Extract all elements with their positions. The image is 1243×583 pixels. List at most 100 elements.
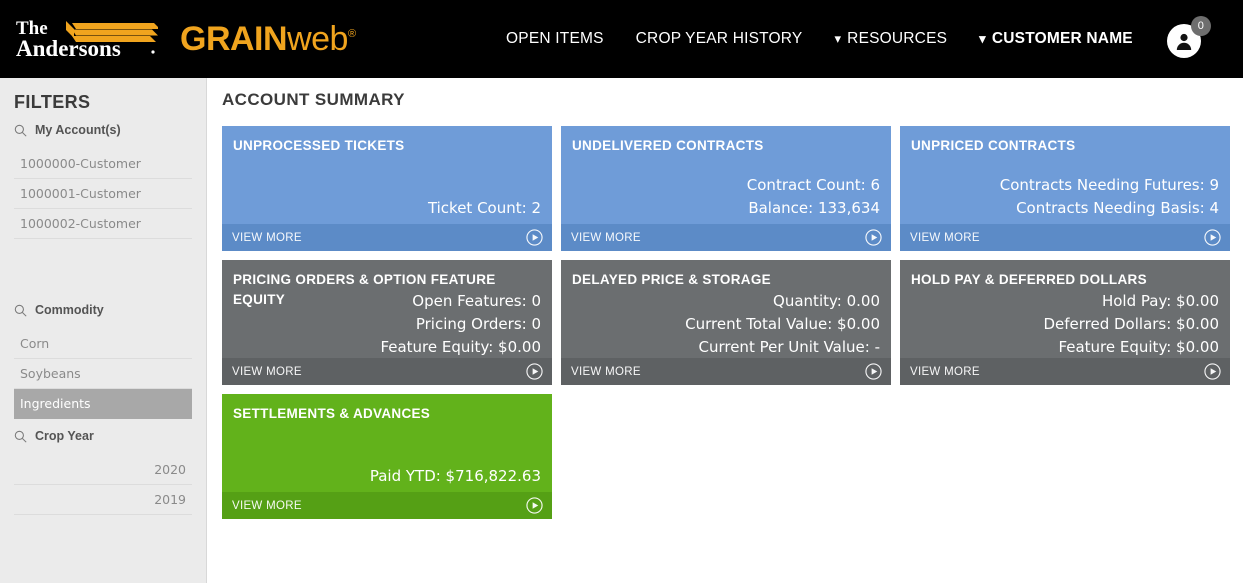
filter-option[interactable]: 1000000-Customer <box>14 149 192 179</box>
filter-option-selected[interactable]: Ingredients <box>14 389 192 419</box>
view-more-bar[interactable]: VIEW MORE <box>222 492 552 519</box>
summary-card-body: UNDELIVERED CONTRACTS Contract Count: 6 Ba… <box>561 126 891 224</box>
view-more-label: VIEW MORE <box>910 365 980 378</box>
play-circle-icon <box>526 363 543 380</box>
top-header: The Andersons GRAIN web ® OPEN ITEMS CRO… <box>0 0 1243 78</box>
summary-card-stat-line: Quantity: 0.00 <box>773 292 880 310</box>
nav-resources[interactable]: ▾ RESOURCES <box>834 30 947 48</box>
filter-group-crop-year: Crop Year 2020 2019 <box>14 429 192 515</box>
summary-card-stats: Open Features: 0 Pricing Orders: 0 Feature… <box>380 290 541 359</box>
summary-card-title: SETTLEMENTS & ADVANCES <box>233 406 431 421</box>
summary-card-body: SETTLEMENTS & ADVANCES Paid YTD: $716,822… <box>222 394 552 492</box>
summary-card-stat-line: Contract Count: 6 <box>746 176 880 194</box>
view-more-label: VIEW MORE <box>232 499 302 512</box>
view-more-bar[interactable]: VIEW MORE <box>222 358 552 385</box>
filter-group-label: Crop Year <box>35 429 94 443</box>
chevron-down-icon: ▾ <box>979 31 986 46</box>
summary-card-body: HOLD PAY & DEFERRED DOLLARS Hold Pay: $0.… <box>900 260 1230 358</box>
summary-card-stat-line: Contracts Needing Futures: 9 <box>999 176 1219 194</box>
summary-card-stat-line: Open Features: 0 <box>412 292 541 310</box>
play-circle-icon <box>1204 229 1221 246</box>
filter-option[interactable]: Soybeans <box>14 359 192 389</box>
summary-card[interactable]: UNPRICED CONTRACTS Contracts Needing Futu… <box>900 126 1230 251</box>
filters-sidebar: FILTERS My Account(s) 1000000-Customer 1… <box>0 78 207 583</box>
summary-card-stats: Hold Pay: $0.00 Deferred Dollars: $0.00 Fe… <box>1043 290 1219 359</box>
nav-crop-year-history[interactable]: CROP YEAR HISTORY <box>636 30 803 48</box>
summary-card-body: UNPRICED CONTRACTS Contracts Needing Futu… <box>900 126 1230 224</box>
summary-card-stat-line: Hold Pay: $0.00 <box>1101 292 1219 310</box>
filter-option[interactable]: 2020 <box>14 455 192 485</box>
summary-card[interactable]: HOLD PAY & DEFERRED DOLLARS Hold Pay: $0.… <box>900 260 1230 385</box>
view-more-bar[interactable]: VIEW MORE <box>222 224 552 251</box>
play-circle-icon <box>526 229 543 246</box>
user-account-button[interactable]: 0 <box>1166 16 1211 60</box>
grainweb-wordmark: GRAIN web ® <box>180 20 356 59</box>
summary-card-title: DELAYED PRICE & STORAGE <box>572 272 771 287</box>
summary-card-stat-line: Ticket Count: 2 <box>427 199 541 217</box>
search-icon <box>14 304 27 317</box>
svg-text:Andersons: Andersons <box>16 36 121 61</box>
nav-crop-year-history-label: CROP YEAR HISTORY <box>635 30 803 47</box>
search-icon <box>14 124 27 137</box>
summary-card-title: UNDELIVERED CONTRACTS <box>572 138 764 153</box>
filter-group-label: Commodity <box>35 303 104 317</box>
search-icon <box>14 430 27 443</box>
summary-card-stat-line: Paid YTD: $716,822.63 <box>369 467 541 485</box>
summary-card[interactable]: DELAYED PRICE & STORAGE Quantity: 0.00 Cur… <box>561 260 891 385</box>
summary-card-title: HOLD PAY & DEFERRED DOLLARS <box>911 272 1147 287</box>
summary-card-stats: Quantity: 0.00 Current Total Value: $0.00… <box>685 290 880 359</box>
nav-customer-name[interactable]: ▾ CUSTOMER NAME <box>979 30 1133 48</box>
filter-group-header-crop-year[interactable]: Crop Year <box>14 429 192 443</box>
summary-card[interactable]: SETTLEMENTS & ADVANCES Paid YTD: $716,822… <box>222 394 552 519</box>
nav-open-items[interactable]: OPEN ITEMS <box>506 30 604 48</box>
filter-options-commodity: Corn Soybeans Ingredients <box>14 329 192 419</box>
view-more-label: VIEW MORE <box>571 365 641 378</box>
summary-card-stat-line: Current Per Unit Value: - <box>698 338 880 356</box>
filter-option[interactable]: 1000001-Customer <box>14 179 192 209</box>
summary-card-stats: Contract Count: 6 Balance: 133,634 <box>747 174 880 220</box>
view-more-bar[interactable]: VIEW MORE <box>561 358 891 385</box>
summary-card-title: UNPRICED CONTRACTS <box>911 138 1076 153</box>
filter-option[interactable]: 2019 <box>14 485 192 515</box>
summary-card[interactable]: UNDELIVERED CONTRACTS Contract Count: 6 Ba… <box>561 126 891 251</box>
filter-group-commodity: Commodity Corn Soybeans Ingredients <box>14 303 192 419</box>
filter-group-header-commodity[interactable]: Commodity <box>14 303 192 317</box>
brand-logo-group[interactable]: The Andersons GRAIN web ® <box>14 16 356 62</box>
filters-title: FILTERS <box>14 92 91 112</box>
view-more-label: VIEW MORE <box>232 231 302 244</box>
nav-open-items-label: OPEN ITEMS <box>506 30 604 47</box>
grainweb-web-text: web <box>287 19 348 58</box>
play-circle-icon <box>865 363 882 380</box>
main-content: ACCOUNT SUMMARY UNPROCESSED TICKETS Ticke… <box>208 78 1243 583</box>
filter-option[interactable]: 1000002-Customer <box>14 209 192 239</box>
filter-group-header-my-accounts[interactable]: My Account(s) <box>14 123 192 137</box>
filter-group-label: My Account(s) <box>35 123 121 137</box>
nav-customer-name-label: CUSTOMER NAME <box>991 30 1133 47</box>
view-more-bar[interactable]: VIEW MORE <box>900 358 1230 385</box>
view-more-bar[interactable]: VIEW MORE <box>900 224 1230 251</box>
summary-card[interactable]: UNPROCESSED TICKETS Ticket Count: 2 VIEW M… <box>222 126 552 251</box>
summary-card-stat-line: Current Total Value: $0.00 <box>685 315 880 333</box>
play-circle-icon <box>526 497 543 514</box>
summary-card-stat-line: Deferred Dollars: $0.00 <box>1043 315 1219 333</box>
summary-card-title: UNPROCESSED TICKETS <box>233 138 405 153</box>
summary-card-stat-line: Pricing Orders: 0 <box>415 315 541 333</box>
nav-resources-label: RESOURCES <box>847 30 948 47</box>
summary-card[interactable]: PRICING ORDERS & OPTION FEATURE EQUITY Op… <box>222 260 552 385</box>
summary-card-stats: Contracts Needing Futures: 9 Contracts Ne… <box>1000 174 1219 220</box>
summary-card-stats: Paid YTD: $716,822.63 <box>370 465 541 488</box>
view-more-bar[interactable]: VIEW MORE <box>561 224 891 251</box>
summary-card-stats: Ticket Count: 2 <box>428 197 541 220</box>
view-more-label: VIEW MORE <box>571 231 641 244</box>
main-navigation: OPEN ITEMS CROP YEAR HISTORY ▾ RESOURCES… <box>506 16 1211 60</box>
chevron-down-icon: ▾ <box>834 31 842 46</box>
filter-options-my-accounts: 1000000-Customer 1000001-Customer 100000… <box>14 149 192 239</box>
registered-mark: ® <box>347 27 357 40</box>
summary-card-stat-line: Balance: 133,634 <box>748 199 880 217</box>
summary-card-stat-line: Feature Equity: $0.00 <box>380 338 541 356</box>
filter-option[interactable]: Corn <box>14 329 192 359</box>
view-more-label: VIEW MORE <box>232 365 302 378</box>
user-icon <box>1176 33 1192 50</box>
summary-card-body: UNPROCESSED TICKETS Ticket Count: 2 <box>222 126 552 224</box>
